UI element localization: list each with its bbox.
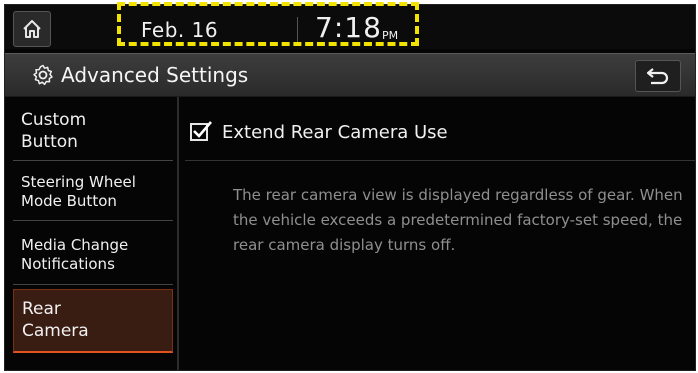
sidebar-divider xyxy=(177,97,179,370)
sidebar-item-rear-camera[interactable]: Rear Camera xyxy=(13,289,173,353)
gear-icon xyxy=(33,64,53,86)
sidebar-item-custom-button[interactable]: Custom Button xyxy=(13,103,173,161)
home-icon xyxy=(23,20,41,38)
settings-sidebar: Custom Button Steering Wheel Mode Button… xyxy=(5,97,173,370)
checkmark-icon xyxy=(193,121,212,138)
sidebar-item-media-change-notifications[interactable]: Media Change Notifications xyxy=(13,225,173,285)
date-time-highlight xyxy=(117,2,419,46)
sidebar-item-steering-wheel-mode-button[interactable]: Steering Wheel Mode Button xyxy=(13,163,173,221)
extend-rear-camera-label: Extend Rear Camera Use xyxy=(222,121,448,143)
back-arrow-icon xyxy=(646,68,669,85)
page-title: Advanced Settings xyxy=(61,63,249,87)
option-divider xyxy=(185,160,695,161)
head-unit-screen: Feb. 16 7:18 PM Advanced Settings Custom… xyxy=(4,4,696,371)
extend-rear-camera-checkbox[interactable] xyxy=(190,121,212,141)
extend-rear-camera-option[interactable]: Extend Rear Camera Use xyxy=(190,117,448,147)
page-header: Advanced Settings xyxy=(5,53,695,97)
option-description: The rear camera view is displayed regard… xyxy=(233,186,683,254)
home-button[interactable] xyxy=(13,11,51,47)
back-button[interactable] xyxy=(635,60,681,92)
